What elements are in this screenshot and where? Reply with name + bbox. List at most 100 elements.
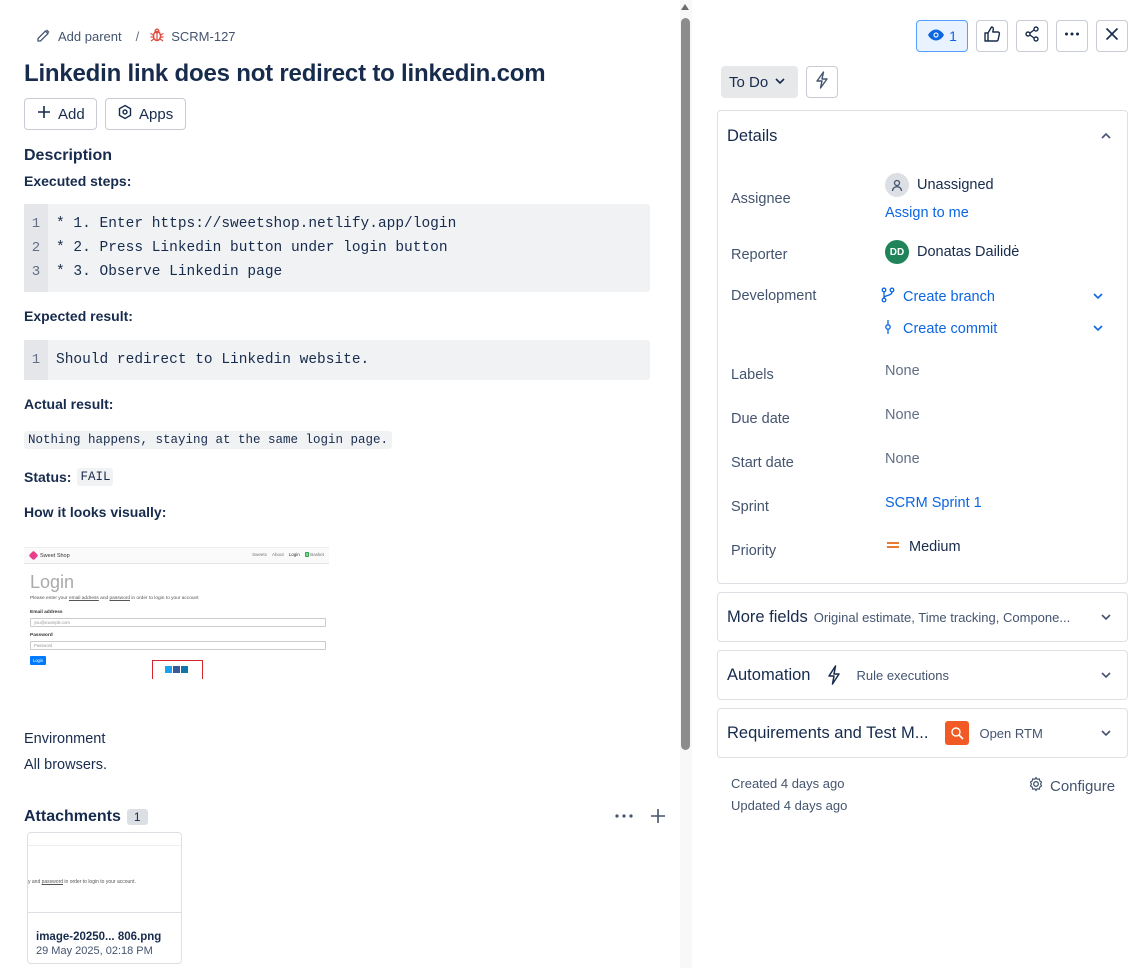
lightning-icon <box>826 665 842 685</box>
assignee-value[interactable]: Unassigned <box>885 173 994 197</box>
chevron-down-icon <box>774 74 786 91</box>
status-line: Status: FAIL <box>24 468 114 486</box>
attachments-count: 1 <box>126 809 148 825</box>
branch-icon <box>881 287 895 307</box>
edit-icon <box>36 27 52 46</box>
environment-label: Environment <box>24 731 106 747</box>
code-line: * 2. Press Linkedin button under login b… <box>56 240 448 256</box>
preview-text: y and <box>28 879 42 885</box>
preview-link: password <box>41 879 64 885</box>
visual-heading: How it looks visually: <box>24 504 167 520</box>
add-button[interactable]: Add <box>24 98 97 130</box>
start-date-label: Start date <box>731 455 794 471</box>
priority-value[interactable]: Medium <box>885 539 961 555</box>
assign-to-me-link[interactable]: Assign to me <box>885 205 969 221</box>
linkedin-icon <box>181 666 188 673</box>
add-parent-link[interactable]: Add parent <box>36 27 122 46</box>
watch-button[interactable]: 1 <box>916 20 968 52</box>
eye-icon <box>927 28 945 45</box>
email-field: you@example.com <box>30 618 326 627</box>
email-label: Email address <box>30 610 63 615</box>
apps-button[interactable]: Apps <box>105 98 186 130</box>
status-dropdown[interactable]: To Do <box>721 66 798 98</box>
lightning-icon <box>814 70 830 94</box>
line-numbers: 1 <box>24 340 48 380</box>
login-button: Login <box>30 656 46 665</box>
create-branch-link[interactable]: Create branch <box>881 287 995 307</box>
chevron-up-icon[interactable] <box>1099 129 1113 148</box>
like-button[interactable] <box>976 20 1008 52</box>
description-heading: Description <box>24 147 113 164</box>
details-title[interactable]: Details <box>727 127 777 146</box>
scrollbar-thumb[interactable] <box>681 18 690 750</box>
line-number: 1 <box>31 352 41 368</box>
requirements-panel[interactable]: Requirements and Test M... Open RTM <box>717 708 1128 758</box>
scroll-up-arrow[interactable] <box>681 4 689 10</box>
actual-result-heading: Actual result: <box>24 396 114 412</box>
attachment-preview-text: y and password in order to login to your… <box>28 879 136 885</box>
preview-text: in order to login to your account. <box>63 879 136 885</box>
priority-label: Priority <box>731 543 777 559</box>
reporter-value[interactable]: DD Donatas Dailidė <box>885 240 1019 264</box>
assignee-name: Unassigned <box>917 177 994 193</box>
due-date-value[interactable]: None <box>885 407 920 423</box>
close-icon <box>1104 26 1120 47</box>
expected-result-heading: Expected result: <box>24 308 133 324</box>
password-label: Password <box>30 633 53 638</box>
reporter-label: Reporter <box>731 247 788 263</box>
status-label: To Do <box>729 73 769 91</box>
nav-item: Login <box>288 552 300 557</box>
chevron-down-icon[interactable] <box>1091 321 1105 340</box>
chevron-down-icon[interactable] <box>1091 289 1105 308</box>
attachments-actions <box>612 806 668 831</box>
gear-icon <box>1028 776 1044 796</box>
share-button[interactable] <box>1016 20 1048 52</box>
brand-label: Sweet Shop <box>40 552 70 559</box>
automation-subtitle: Rule executions <box>856 667 949 683</box>
create-commit-label: Create commit <box>903 321 998 337</box>
labels-value[interactable]: None <box>885 363 920 379</box>
attachments-heading: Attachments 1 <box>24 808 148 826</box>
more-actions-button[interactable] <box>1056 20 1088 52</box>
issue-title[interactable]: Linkedin link does not redirect to linke… <box>24 60 546 88</box>
embedded-screenshot[interactable]: Sweet Shop Sweets About Login 0 Basket L… <box>24 547 329 679</box>
apps-icon <box>117 104 133 124</box>
social-icons <box>165 666 188 673</box>
details-panel: Details Assignee Unassigned Assign to me… <box>717 110 1128 584</box>
issue-main-panel: Add parent / SCRM-127 Linkedin link does… <box>0 0 690 968</box>
plus-icon <box>36 104 52 124</box>
line-numbers: 1 2 3 <box>24 204 48 292</box>
more-icon[interactable] <box>612 806 636 831</box>
login-instructions: Please enter your email address and pass… <box>30 596 199 601</box>
add-parent-label: Add parent <box>58 29 122 44</box>
environment-value[interactable]: All browsers. <box>24 757 107 773</box>
attachment-card[interactable]: y and password in order to login to your… <box>27 832 182 964</box>
line-number: 1 <box>31 216 41 232</box>
chevron-down-icon <box>1099 726 1113 745</box>
actions-bolt-button[interactable] <box>806 66 838 98</box>
close-button[interactable] <box>1096 20 1128 52</box>
create-commit-link[interactable]: Create commit <box>881 319 997 339</box>
chevron-down-icon <box>1099 610 1113 629</box>
share-icon <box>1023 25 1041 48</box>
bug-icon <box>149 27 165 46</box>
automation-panel[interactable]: Automation Rule executions <box>717 650 1128 700</box>
instructions-text: in order to login to your account <box>130 596 199 601</box>
configure-button[interactable]: Configure <box>1028 776 1115 796</box>
more-fields-panel[interactable]: More fields Original estimate, Time trac… <box>717 592 1128 642</box>
code-line: * 1. Enter https://sweetshop.netlify.app… <box>56 216 457 232</box>
automation-title: Automation <box>727 665 811 684</box>
created-timestamp: Created 4 days ago <box>731 776 845 791</box>
breadcrumb: Add parent / SCRM-127 <box>36 27 236 46</box>
breadcrumb-separator: / <box>135 29 140 44</box>
create-branch-label: Create branch <box>903 289 995 305</box>
add-attachment-icon[interactable] <box>648 806 668 831</box>
nav-item: Sweets <box>252 552 267 557</box>
issue-key: SCRM-127 <box>171 29 236 44</box>
basket-label: Basket <box>310 552 324 557</box>
updated-timestamp: Updated 4 days ago <box>731 798 848 813</box>
issue-key-link[interactable]: SCRM-127 <box>149 27 236 46</box>
start-date-value[interactable]: None <box>885 451 920 467</box>
thumbs-up-icon <box>983 25 1001 48</box>
sprint-value[interactable]: SCRM Sprint 1 <box>885 495 982 511</box>
